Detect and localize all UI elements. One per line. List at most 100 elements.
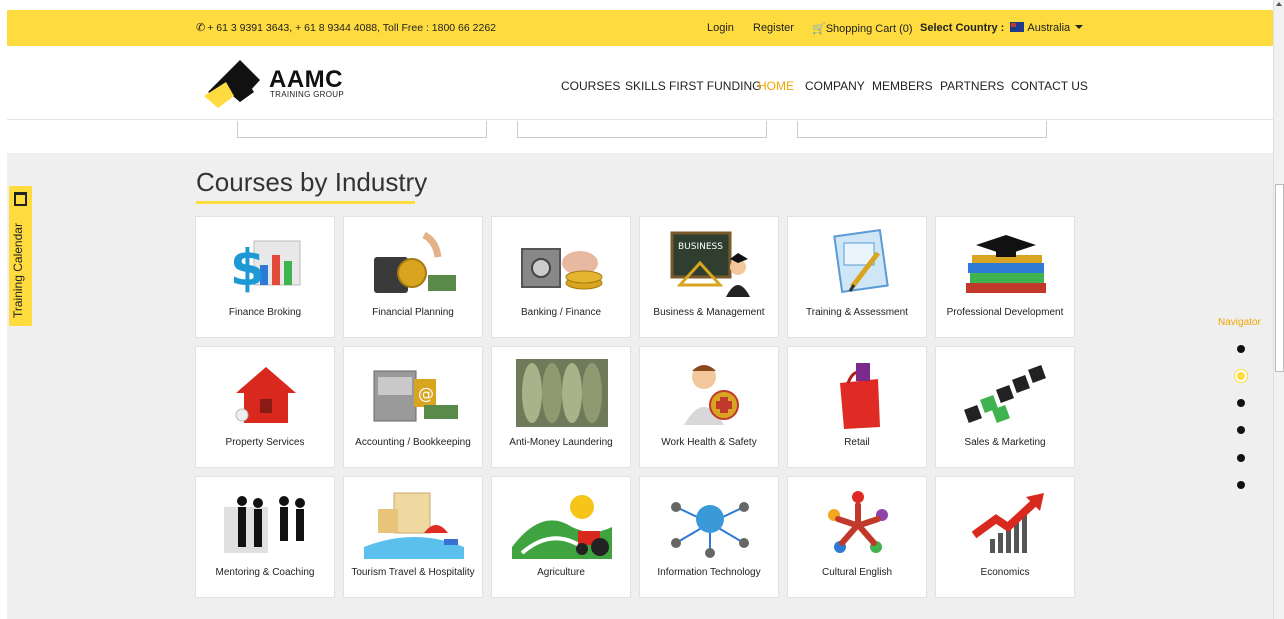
course-label: Cultural English xyxy=(821,567,893,578)
courses-by-industry-section: Courses by Industry $ Finance Broking Fi… xyxy=(7,153,1273,619)
chevron-down-icon xyxy=(1075,25,1084,29)
navigator-dot[interactable] xyxy=(1237,454,1245,462)
navigator-dot[interactable] xyxy=(1237,426,1245,434)
course-card-professional-development[interactable]: Professional Development xyxy=(935,216,1075,338)
nav-partners[interactable]: PARTNERS xyxy=(940,79,1004,93)
nav-company[interactable]: COMPANY xyxy=(805,79,865,93)
previous-card xyxy=(797,121,1047,138)
course-label: Agriculture xyxy=(537,567,585,578)
course-card-accounting-bookkeeping[interactable]: @ Accounting / Bookkeeping xyxy=(343,346,483,468)
course-label: Property Services xyxy=(225,437,305,448)
login-link[interactable]: Login xyxy=(707,22,734,34)
course-label: Professional Development xyxy=(946,307,1064,318)
navigator-dot[interactable] xyxy=(1237,399,1245,407)
course-card-training-assessment[interactable]: Training & Assessment xyxy=(787,216,927,338)
navigator-dot[interactable] xyxy=(1237,345,1245,353)
scroll-thumb[interactable] xyxy=(1275,184,1284,372)
nav-courses[interactable]: COURSES xyxy=(561,79,620,93)
certificate-icon xyxy=(833,228,889,294)
calendar-icon xyxy=(14,192,27,206)
house-icon xyxy=(235,367,296,423)
growth-arrow-icon xyxy=(971,493,1044,553)
course-label: Anti-Money Laundering xyxy=(509,437,613,448)
country-selector[interactable]: Select Country : Australia xyxy=(920,22,1084,34)
previous-section xyxy=(7,121,1273,153)
safe-icon xyxy=(521,248,603,290)
course-card-sales-marketing[interactable]: Sales & Marketing xyxy=(935,346,1075,468)
country-value: Australia xyxy=(1027,22,1071,34)
course-label: Mentoring & Coaching xyxy=(215,567,315,578)
course-card-tourism-travel-hospitality[interactable]: Tourism Travel & Hospitality xyxy=(343,476,483,598)
course-label: Tourism Travel & Hospitality xyxy=(351,567,475,578)
svg-text:$: $ xyxy=(230,239,265,297)
phone-numbers: + 61 3 9391 3643, + 61 8 9344 4088, Toll… xyxy=(207,22,497,34)
course-card-banking-finance[interactable]: Banking / Finance xyxy=(491,216,631,338)
course-label: Finance Broking xyxy=(228,307,302,318)
network-globe-icon xyxy=(671,502,749,558)
nav-members[interactable]: MEMBERS xyxy=(872,79,933,93)
course-label: Work Health & Safety xyxy=(661,437,757,448)
hotel-beach-icon xyxy=(364,492,464,559)
course-card-business-management[interactable]: BUSINESS Business & Management xyxy=(639,216,779,338)
navigator-title: Navigator xyxy=(1218,317,1261,328)
course-label: Training & Assessment xyxy=(806,307,908,318)
course-card-retail[interactable]: Retail xyxy=(787,346,927,468)
course-card-financial-planning[interactable]: Financial Planning xyxy=(343,216,483,338)
training-calendar-tab[interactable]: Training Calendar xyxy=(9,186,32,326)
phone-info: ✆ + 61 3 9391 3643, + 61 8 9344 4088, Tol… xyxy=(196,21,496,34)
course-card-cultural-english[interactable]: Cultural English xyxy=(787,476,927,598)
nav-skills-first-funding[interactable]: SKILLS FIRST FUNDING xyxy=(625,79,761,93)
course-card-finance-broking[interactable]: $ Finance Broking xyxy=(195,216,335,338)
nav-contact-us[interactable]: CONTACT US xyxy=(1011,79,1088,93)
course-card-mentoring-coaching[interactable]: Mentoring & Coaching xyxy=(195,476,335,598)
first-aid-icon xyxy=(684,365,739,425)
course-label: Information Technology xyxy=(657,567,761,578)
course-card-anti-money-laundering[interactable]: Anti-Money Laundering xyxy=(491,346,631,468)
course-label: Banking / Finance xyxy=(520,307,602,318)
training-calendar-label: Training Calendar xyxy=(11,223,25,318)
shopping-bag-icon xyxy=(840,363,880,429)
course-label: Accounting / Bookkeeping xyxy=(355,437,471,448)
coins-icon xyxy=(374,231,456,293)
site-header: AAMC TRAINING GROUP COURSES SKILLS FIRST… xyxy=(7,46,1273,120)
finance-chart-icon: $ xyxy=(230,239,301,297)
course-label: Business & Management xyxy=(653,307,765,318)
shopping-cart-link[interactable]: 🛒Shopping Cart (0) xyxy=(812,22,913,35)
top-bar: ✆ + 61 3 9391 3643, + 61 8 9344 4088, Tol… xyxy=(7,10,1273,46)
graduation-books-icon xyxy=(966,235,1046,293)
course-card-information-technology[interactable]: Information Technology xyxy=(639,476,779,598)
phone-icon: ✆ xyxy=(196,22,206,34)
tractor-icon xyxy=(512,495,612,559)
window-left-edge xyxy=(0,0,7,619)
register-link[interactable]: Register xyxy=(753,22,794,34)
money-rolls-icon xyxy=(516,359,608,427)
navigator-dot[interactable] xyxy=(1237,481,1245,489)
scroll-up-icon[interactable] xyxy=(1276,2,1282,6)
navigator-dot-active[interactable] xyxy=(1235,370,1247,382)
country-label: Select Country : xyxy=(920,22,1005,34)
page-scrollbar[interactable] xyxy=(1273,0,1284,619)
previous-card xyxy=(517,121,767,138)
people-silhouette-icon xyxy=(224,496,305,553)
course-card-property-services[interactable]: Property Services xyxy=(195,346,335,468)
title-underline xyxy=(196,201,415,204)
australia-flag-icon xyxy=(1010,22,1025,32)
course-label: Economics xyxy=(980,567,1030,578)
section-title: Courses by Industry xyxy=(196,167,428,197)
cart-icon: 🛒 xyxy=(812,23,826,35)
svg-text:@: @ xyxy=(418,384,434,403)
file-cabinet-icon: @ xyxy=(373,370,458,422)
cart-label: Shopping Cart (0) xyxy=(825,23,913,35)
course-card-work-health-safety[interactable]: Work Health & Safety xyxy=(639,346,779,468)
star-people-icon xyxy=(828,491,888,553)
nav-home[interactable]: HOME xyxy=(758,79,794,93)
course-card-agriculture[interactable]: Agriculture xyxy=(491,476,631,598)
course-label: Sales & Marketing xyxy=(964,437,1046,448)
blackboard-icon: BUSINESS xyxy=(670,231,750,297)
course-card-economics[interactable]: Economics xyxy=(935,476,1075,598)
previous-card xyxy=(237,121,487,138)
logo-subtitle: TRAINING GROUP xyxy=(270,90,344,99)
course-label: Retail xyxy=(844,437,870,448)
window-top-strip xyxy=(0,0,1284,10)
course-label: Financial Planning xyxy=(372,307,454,318)
